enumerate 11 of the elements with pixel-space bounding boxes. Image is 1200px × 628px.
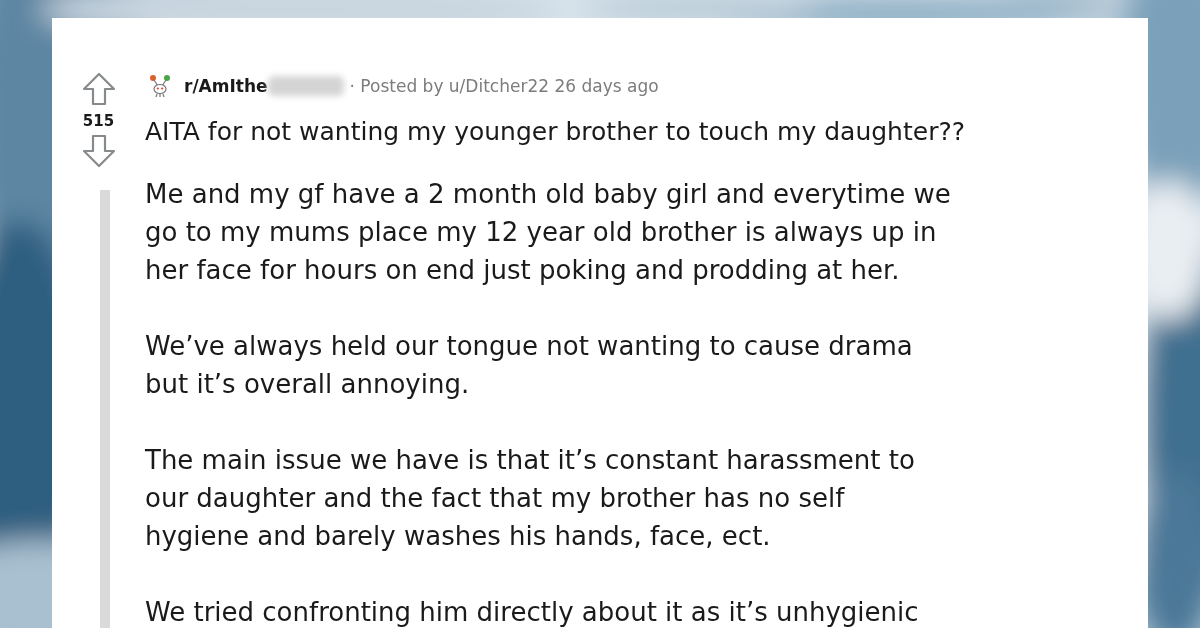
upvote-icon[interactable]	[81, 72, 116, 106]
body-paragraph: The main issue we have is that it’s constant harassment to our daughter and the fact that my brother has no self hygiene and barely washes his hands, face, ect.	[145, 444, 916, 553]
body-paragraph: Me and my gf have a 2 month old baby girl and everytime we go to my mums place my 12 year old brother is always up in her face for hours on end just poking and prodding at her.	[145, 178, 952, 287]
body-paragraph: We’ve always held our tongue not wanting to cause drama but it’s overall annoying.	[145, 330, 914, 401]
vote-count: 515	[82, 112, 115, 130]
subreddit-link[interactable]: r/AmIthe	[184, 76, 268, 96]
alien-mascot-icon	[148, 74, 172, 98]
body-paragraph: We tried confronting him directly about it as it’s unhygienic	[145, 596, 920, 628]
downvote-icon[interactable]	[81, 134, 116, 168]
post-title[interactable]: AITA for not wanting my younger brother to touch my daughter??	[145, 115, 1148, 149]
post-meta: · Posted by u/Ditcher22 26 days ago	[349, 76, 659, 96]
